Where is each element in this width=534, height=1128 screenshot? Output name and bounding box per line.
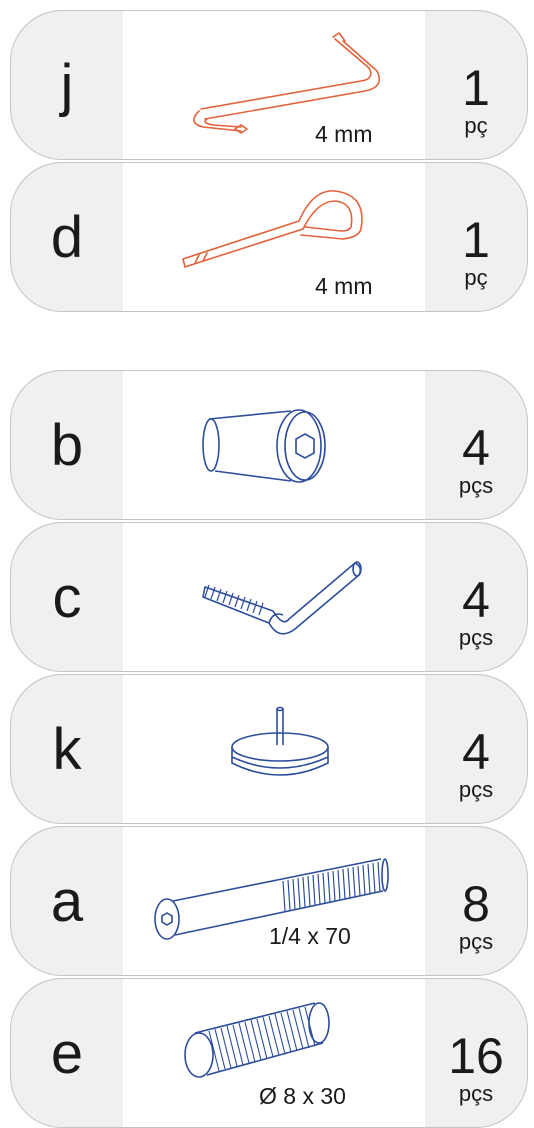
part-size: Ø 8 x 30 — [259, 1083, 346, 1109]
barrel-nut-icon — [202, 409, 326, 483]
quantity-number: 16 — [448, 1028, 504, 1084]
quantity: 8 pçs — [425, 827, 527, 975]
hex-key-loop-icon — [182, 190, 363, 268]
part-letter: e — [50, 1021, 84, 1086]
felt-pad-icon — [231, 706, 329, 776]
quantity-unit: pç — [464, 265, 488, 290]
quantity-number: 4 — [462, 724, 490, 780]
part-card-j: j 4 mm 1 pç — [10, 10, 528, 160]
part-card-b: b 4 pçs — [10, 370, 528, 520]
quantity: 4 pçs — [425, 523, 527, 671]
quantity-unit: pç — [464, 113, 488, 138]
quantity: 1 pç — [425, 11, 527, 159]
long-bolt-icon — [154, 858, 389, 940]
part-letter: k — [52, 717, 82, 782]
quantity-unit: pçs — [458, 625, 494, 650]
part-size: 4 mm — [315, 121, 373, 147]
quantity-number: 4 — [462, 572, 490, 628]
quantity-unit: pçs — [458, 777, 494, 802]
quantity-unit: pçs — [458, 929, 494, 954]
quantity: 1 pç — [425, 163, 527, 311]
part-letter: c — [52, 565, 82, 630]
part-letter: d — [50, 205, 84, 270]
connector-bolt-icon — [202, 561, 362, 635]
part-letter: j — [60, 53, 74, 118]
part-size: 1/4 x 70 — [269, 923, 351, 949]
quantity-unit: pçs — [458, 1081, 494, 1106]
part-card-k: k 4 pçs — [10, 674, 528, 824]
quantity: 16 pçs — [425, 979, 527, 1127]
hex-key-z-icon — [193, 32, 381, 134]
quantity-number: 4 — [462, 420, 490, 476]
part-letter: b — [50, 413, 84, 478]
part-card-e: e Ø 8 x 30 16 pçs — [10, 978, 528, 1128]
quantity-number: 8 — [462, 876, 490, 932]
part-letter: a — [50, 869, 84, 934]
quantity: 4 pçs — [425, 371, 527, 519]
part-size: 4 mm — [315, 273, 373, 299]
quantity-unit: pçs — [458, 473, 494, 498]
part-card-a: a 1/4 x 70 8 pçs — [10, 826, 528, 976]
part-card-c: c 4 pçs — [10, 522, 528, 672]
part-card-d: d 4 mm 1 pç — [10, 162, 528, 312]
quantity: 4 pçs — [425, 675, 527, 823]
quantity-number: 1 — [462, 60, 490, 116]
quantity-number: 1 — [462, 212, 490, 268]
